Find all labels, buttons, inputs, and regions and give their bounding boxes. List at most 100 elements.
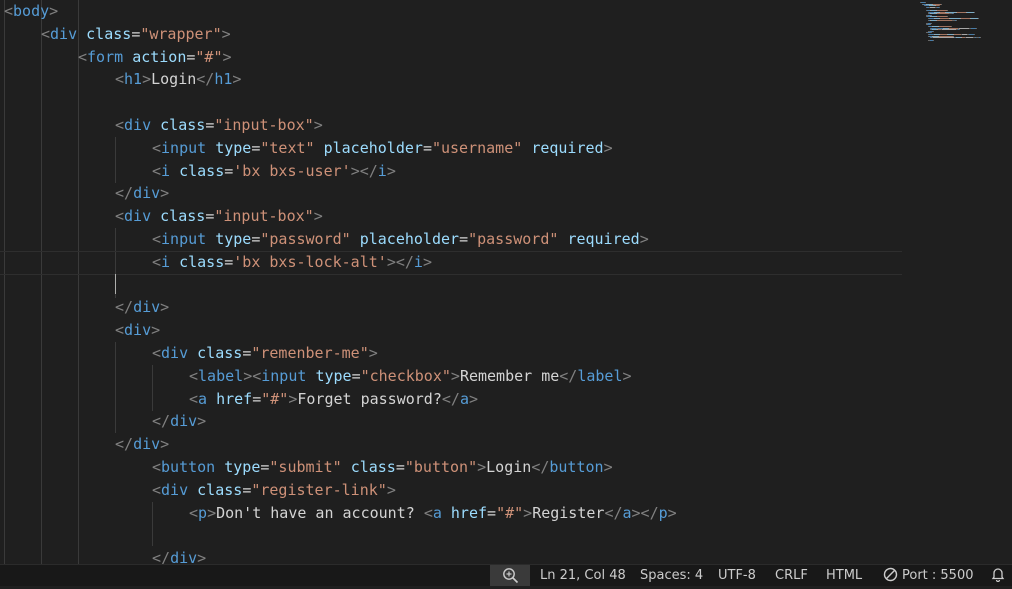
code-line[interactable]: <input type="text" placeholder="username… [4,137,1012,160]
text-token: = [131,24,141,43]
attribute-value: 'bx bxs-user' [233,161,351,180]
line-ending-setting[interactable]: CRLF [775,565,808,586]
tag-bracket: < [423,503,433,522]
tag-bracket: > [622,366,632,385]
code-line[interactable]: <div class="input-box"> [4,205,1012,228]
code-line[interactable]: <input type="password" placeholder="pass… [4,228,1012,251]
tag-bracket: < [4,2,14,20]
tag-bracket: </ [152,549,171,564]
tag-name: input [261,366,307,385]
tag-bracket: </ [559,366,578,385]
code-line[interactable]: </div> [4,182,1012,205]
minimap-stroke [974,34,975,35]
text-cursor [115,274,116,294]
zoom-button[interactable] [490,565,530,586]
tag-name: i [377,161,387,180]
attribute-name: class [197,480,243,499]
tag-bracket: </ [604,503,623,522]
attribute-value: "button" [404,457,478,476]
tag-bracket: < [152,229,162,248]
code-line[interactable]: <div class="wrapper"> [4,23,1012,46]
code-line[interactable]: <form action="#"> [4,46,1012,69]
text-token: Login [486,457,532,476]
attribute-value: 'bx bxs-lock-alt' [233,252,387,271]
tag-bracket: ></ [631,503,659,522]
tag-name: input [161,138,207,157]
code-line[interactable] [4,524,1012,547]
tag-bracket: </ [115,184,134,203]
text-token: = [224,161,234,180]
code-line[interactable] [4,274,1012,297]
attribute-name: type [224,457,261,476]
code-line[interactable]: <button type="submit" class="button">Log… [4,456,1012,479]
tag-name: button [549,457,604,476]
attribute-name: required [567,229,640,248]
live-server-button[interactable]: Port : 5500 [883,565,974,586]
tag-bracket: < [115,207,125,226]
tag-bracket: > [422,252,432,271]
zoom-in-icon [502,567,519,588]
tag-bracket: > [232,70,242,89]
tag-bracket: >< [243,366,262,385]
attribute-value: "input-box" [214,207,314,226]
code-line[interactable]: <div class="input-box"> [4,114,1012,137]
tag-bracket: > [450,366,460,385]
code-editor[interactable]: <body> <div class="wrapper"> <form action=… [0,0,1012,564]
code-line[interactable]: </div> [4,433,1012,456]
tag-bracket: ></ [386,252,414,271]
tag-bracket: > [313,115,323,134]
code-line[interactable]: <body> [4,0,1012,23]
minimap-stroke [959,29,960,31]
tag-bracket: > [222,47,232,66]
minimap-stroke [966,37,973,39]
tag-bracket: > [477,457,487,476]
tag-bracket: < [152,457,162,476]
code-line[interactable]: </div> [4,410,1012,433]
code-line[interactable]: <h1>Login</h1> [4,68,1012,91]
code-line[interactable]: <label><input type="checkbox">Remember m… [4,365,1012,388]
code-line[interactable]: <a href="#">Forget password?</a> [4,388,1012,411]
code-line[interactable]: <p>Don't have an account? <a href="#">Re… [4,502,1012,525]
language-mode[interactable]: HTML [826,565,862,586]
encoding-setting[interactable]: UTF-8 [718,565,756,586]
attribute-value: "#" [261,389,289,408]
minimap[interactable] [908,0,1008,70]
tag-bracket: < [115,115,125,134]
code-line[interactable]: <div> [4,319,1012,342]
tag-name: div [124,207,152,226]
code-line[interactable]: </div> [4,296,1012,319]
code-line[interactable]: <div class="remenber-me"> [4,342,1012,365]
attribute-value: "submit" [269,457,342,476]
tag-name: body [13,2,50,20]
cursor-position[interactable]: Ln 21, Col 48 [540,565,626,586]
tag-bracket: > [603,457,613,476]
tag-name: a [459,389,469,408]
code-line[interactable]: <div class="register-link"> [4,479,1012,502]
tag-bracket: < [189,366,199,385]
tag-bracket: </ [196,70,215,89]
text-token: = [422,138,432,157]
code-line[interactable] [4,91,1012,114]
code-line[interactable]: </div> [4,547,1012,564]
minimap-stroke [978,18,979,19]
attribute-value: "username" [431,138,523,157]
code-line[interactable]: <i class='bx bxs-user'></i> [4,160,1012,183]
minimap-stroke [939,6,940,8]
tag-bracket: < [189,389,199,408]
text-token: = [351,366,361,385]
tag-bracket: > [639,229,649,248]
attribute-name: class [86,24,132,43]
notifications-button[interactable] [990,565,1006,586]
text-token: = [252,389,262,408]
tag-name: div [124,115,152,134]
tag-name: a [198,389,208,408]
indentation-setting[interactable]: Spaces: 4 [640,565,703,586]
code-line[interactable]: <i class='bx bxs-lock-alt'></i> [0,250,1012,275]
code-lines[interactable]: <body> <div class="wrapper"> <form action=… [0,0,1012,564]
tag-bracket: ></ [350,161,378,180]
